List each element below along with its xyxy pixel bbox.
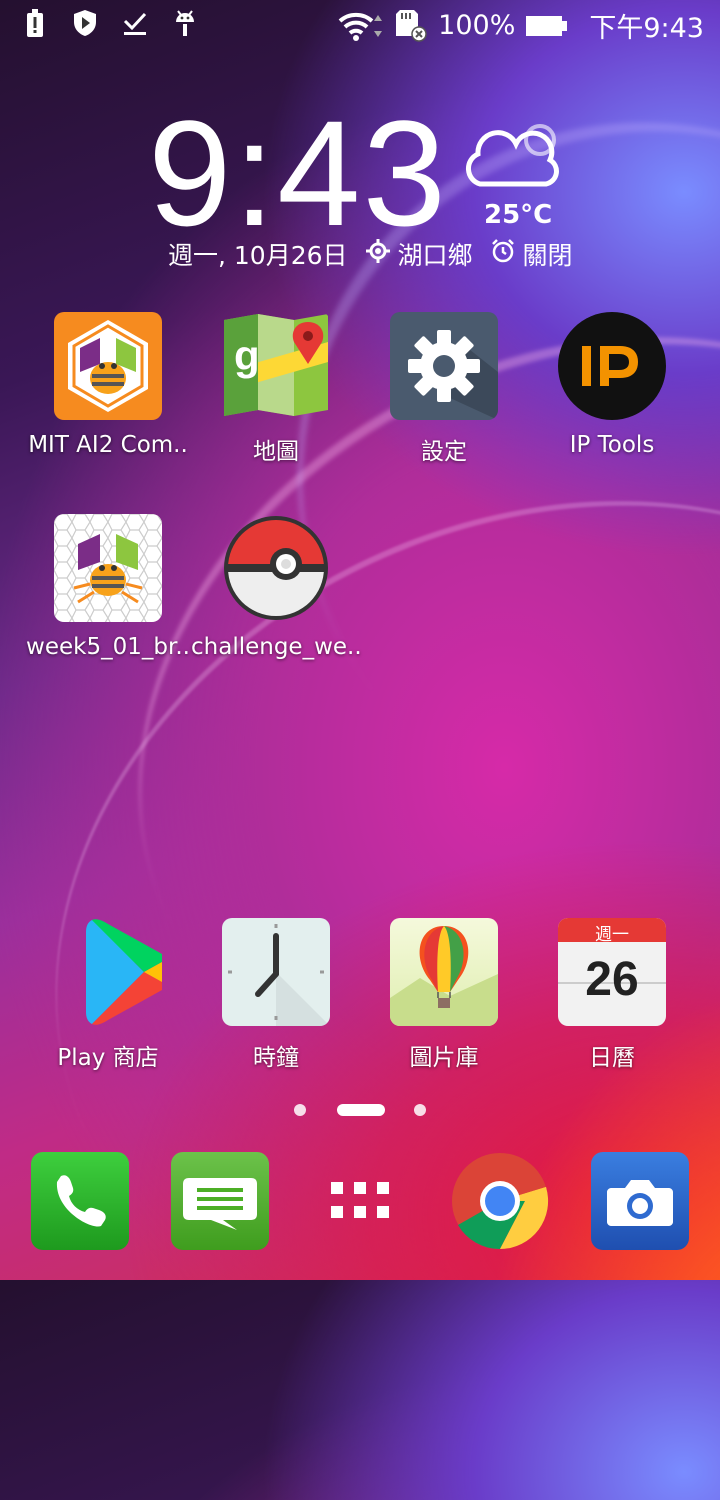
app-mit-ai2-companion[interactable]: MIT AI2 Com.. [23,312,193,458]
app-label: MIT AI2 Com.. [28,432,188,458]
app-label: challenge_we.. [191,634,362,660]
shield-icon [72,8,98,38]
wifi-icon [338,11,384,41]
app-label: IP Tools [569,432,655,458]
clock-widget-time[interactable]: 9:43 [148,98,448,248]
dock [0,1152,720,1252]
android-debug-icon [172,8,198,38]
app-label: 日曆 [589,1045,635,1071]
app-drawer-icon[interactable] [311,1152,409,1250]
chrome-icon[interactable] [451,1152,549,1250]
alarm-clock-icon [491,239,515,269]
page-dot[interactable] [414,1104,426,1116]
app-play-store[interactable]: Play 商店 [23,918,193,1072]
play-store-icon [54,918,162,1026]
app-label: 時鐘 [253,1045,299,1071]
status-time: 下午9:43 [589,13,704,44]
clock-icon [222,918,330,1026]
calendar-icon: 週一 26 [558,918,666,1026]
location-icon [365,239,390,269]
ip-tools-icon [558,312,666,420]
app-label: 設定 [421,439,467,465]
pokeball-icon [222,514,330,622]
calendar-day: 26 [585,953,639,1006]
app-ip-tools[interactable]: IP Tools [527,312,697,458]
app-label: week5_01_br.. [26,634,190,660]
page-dot-current[interactable] [337,1104,385,1116]
page-indicator[interactable] [0,1102,720,1118]
check-download-icon [122,8,148,38]
camera-icon[interactable] [591,1152,689,1250]
phone-icon[interactable] [31,1152,129,1250]
page-dot[interactable] [294,1104,306,1116]
app-maps[interactable]: g 地圖 [191,312,361,466]
app-label: Play 商店 [57,1045,159,1071]
widget-date: 週一, 10月26日 [168,241,348,270]
widget-location: 湖口鄉 [397,241,473,270]
app-week5-01[interactable]: week5_01_br.. [23,514,193,660]
app-challenge-we[interactable]: challenge_we.. [191,514,362,660]
mit-ai2-icon [54,312,162,420]
maps-icon: g [222,312,330,420]
app-inventor-icon [54,514,162,622]
app-gallery[interactable]: 圖片庫 [359,918,529,1072]
weather-temperature: 25°C [484,200,553,230]
weather-cloud-icon[interactable] [458,118,568,202]
settings-gear-icon [390,312,498,420]
gallery-balloon-icon [390,918,498,1026]
app-label: 地圖 [253,439,299,465]
alert-icon [22,8,48,38]
svg-text:g: g [234,332,260,379]
sd-card-icon [394,9,428,42]
battery-percent: 100% [438,10,516,41]
status-bar: 100% 下午9:43 [0,0,720,50]
messages-icon[interactable] [171,1152,269,1250]
calendar-weekday: 週一 [595,925,629,945]
battery-icon [525,11,569,41]
widget-info-line: 週一, 10月26日 湖口鄉 關閉 [168,236,573,272]
app-calendar[interactable]: 週一 26 日曆 [527,918,697,1072]
app-clock[interactable]: 時鐘 [191,918,361,1072]
app-label: 圖片庫 [409,1045,479,1071]
widget-alarm: 關閉 [522,241,573,270]
app-settings[interactable]: 設定 [359,312,529,466]
